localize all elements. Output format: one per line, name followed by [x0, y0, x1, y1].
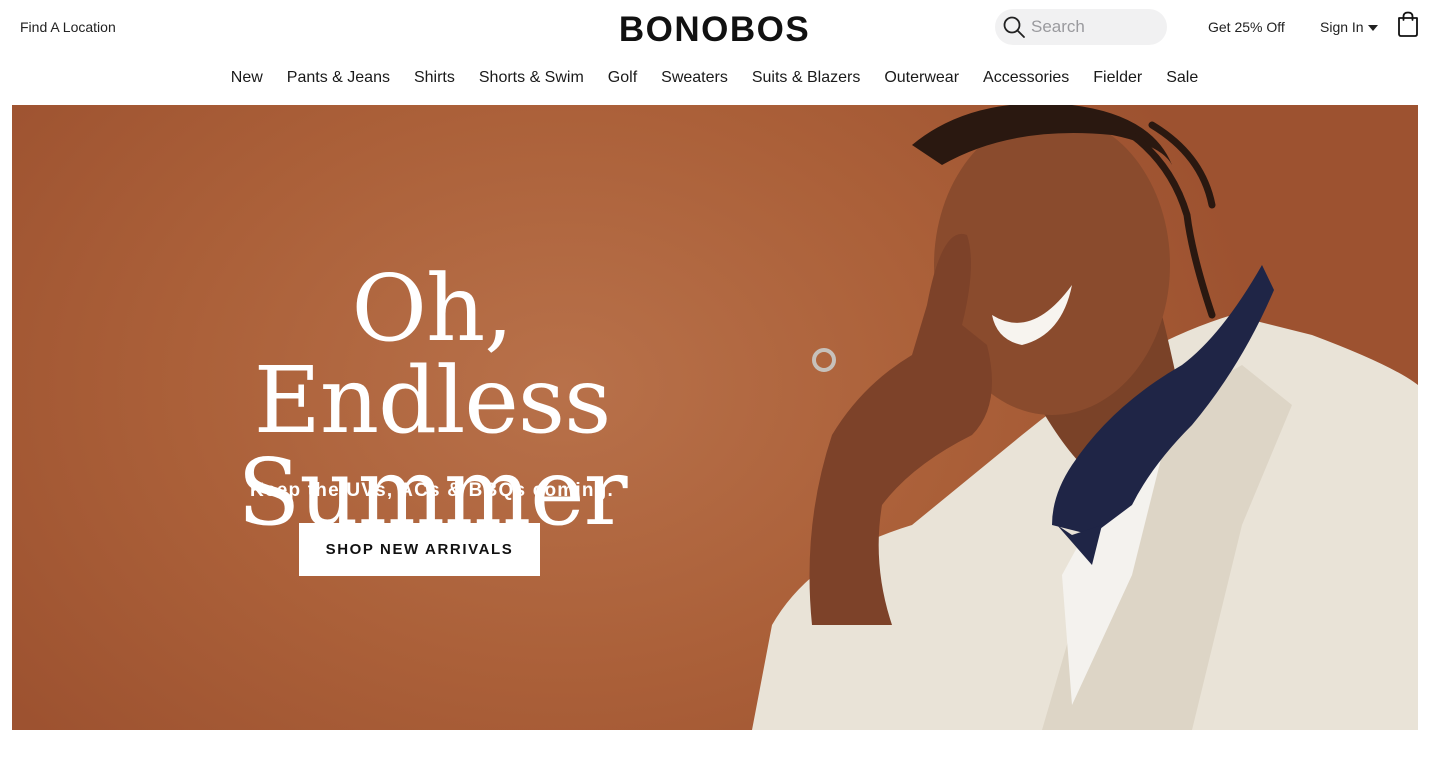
find-location-link[interactable]: Find A Location — [20, 19, 116, 35]
top-bar: Find A Location BONOBOS Get 25% Off Sign… — [0, 0, 1429, 58]
promo-link[interactable]: Get 25% Off — [1208, 19, 1285, 35]
nav-item-sweaters[interactable]: Sweaters — [661, 69, 728, 87]
bonobos-logo[interactable]: BONOBOS — [619, 10, 810, 49]
search-box[interactable] — [995, 9, 1167, 45]
sign-in-label: Sign In — [1320, 19, 1364, 35]
main-nav: New Pants & Jeans Shirts Shorts & Swim G… — [0, 58, 1429, 98]
nav-item-shorts-swim[interactable]: Shorts & Swim — [479, 69, 584, 87]
nav-item-accessories[interactable]: Accessories — [983, 69, 1069, 87]
hero-title-line1: Oh, Endless — [253, 255, 612, 454]
shop-new-arrivals-button[interactable]: SHOP NEW ARRIVALS — [299, 523, 540, 576]
nav-item-golf[interactable]: Golf — [608, 69, 637, 87]
nav-item-outerwear[interactable]: Outerwear — [884, 69, 959, 87]
shopping-bag-icon[interactable] — [1396, 11, 1420, 37]
sign-in-menu[interactable]: Sign In — [1320, 19, 1378, 35]
caret-down-icon — [1367, 24, 1378, 31]
nav-item-suits-blazers[interactable]: Suits & Blazers — [752, 69, 860, 87]
search-icon[interactable] — [1001, 14, 1027, 40]
nav-item-pants-jeans[interactable]: Pants & Jeans — [287, 69, 390, 87]
nav-item-shirts[interactable]: Shirts — [414, 69, 455, 87]
hero-banner[interactable]: Oh, Endless Summer Keep the UVs, ACs & B… — [12, 105, 1418, 730]
nav-item-new[interactable]: New — [231, 69, 263, 87]
nav-item-fielder[interactable]: Fielder — [1093, 69, 1142, 87]
hero-subtitle: Keep the UVs, ACs & BBQs coming. — [250, 480, 614, 501]
search-input[interactable] — [1031, 17, 1151, 37]
nav-item-sale[interactable]: Sale — [1166, 69, 1198, 87]
